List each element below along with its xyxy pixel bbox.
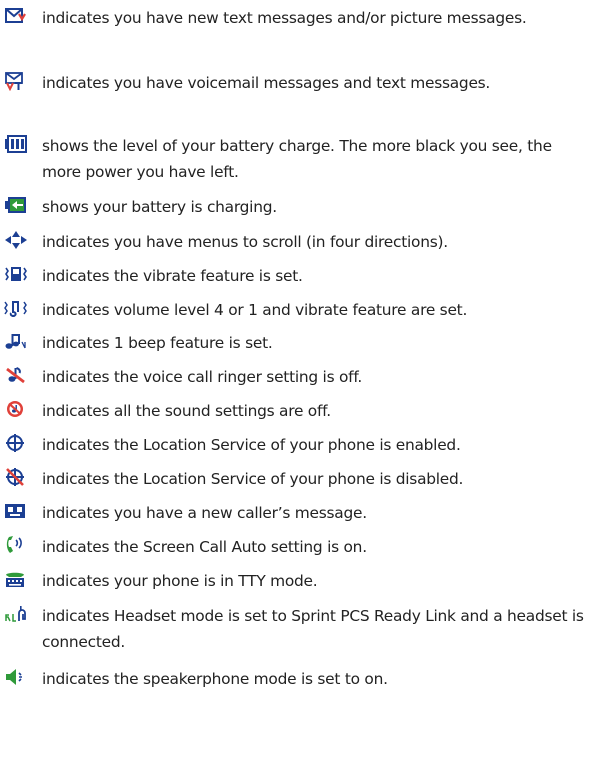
location-off-icon xyxy=(4,467,28,487)
legend-text: indicates 1 beep feature is set. xyxy=(42,334,273,352)
battery-charging-icon xyxy=(4,195,28,215)
screen-call-auto-icon xyxy=(4,535,28,555)
ready-link-headset-icon xyxy=(4,604,28,624)
legend-text: indicates you have a new caller’s messag… xyxy=(42,504,367,522)
legend-text: indicates your phone is in TTY mode. xyxy=(42,572,318,590)
legend-text: indicates the Location Service of your p… xyxy=(42,470,464,488)
tty-mode-icon xyxy=(4,569,28,589)
legend-text: indicates all the sound settings are off… xyxy=(42,402,331,420)
legend-text: indicates the vibrate feature is set. xyxy=(42,267,303,285)
legend-text: indicates you have new text messages and… xyxy=(42,9,527,27)
four-way-scroll-icon xyxy=(4,230,28,250)
location-on-icon xyxy=(4,433,28,453)
battery-level-icon xyxy=(4,134,28,154)
legend-text: indicates the voice call ringer setting … xyxy=(42,368,363,386)
voicemail-text-icon xyxy=(4,71,28,91)
caller-message-icon xyxy=(4,501,28,521)
legend-text: indicates the Screen Call Auto setting i… xyxy=(42,538,367,556)
legend-text: indicates the Location Service of your p… xyxy=(42,436,461,454)
legend-text: shows your battery is charging. xyxy=(42,198,277,216)
all-sounds-off-icon xyxy=(4,399,28,419)
volume-vibrate-icon xyxy=(4,298,28,318)
legend-text: indicates the speakerphone mode is set t… xyxy=(42,670,388,688)
text-message-envelope-icon xyxy=(4,6,28,26)
vibrate-icon xyxy=(4,264,28,284)
legend-text: indicates you have menus to scroll (in f… xyxy=(42,233,448,251)
speakerphone-icon xyxy=(4,667,28,687)
legend-text: indicates volume level 4 or 1 and vibrat… xyxy=(42,301,468,319)
one-beep-icon xyxy=(4,331,28,351)
ringer-off-icon xyxy=(4,365,28,385)
legend-text: indicates Headset mode is set to Sprint … xyxy=(42,607,584,651)
legend-text: indicates you have voicemail messages an… xyxy=(42,74,491,92)
legend-text: shows the level of your battery charge. … xyxy=(42,137,552,181)
